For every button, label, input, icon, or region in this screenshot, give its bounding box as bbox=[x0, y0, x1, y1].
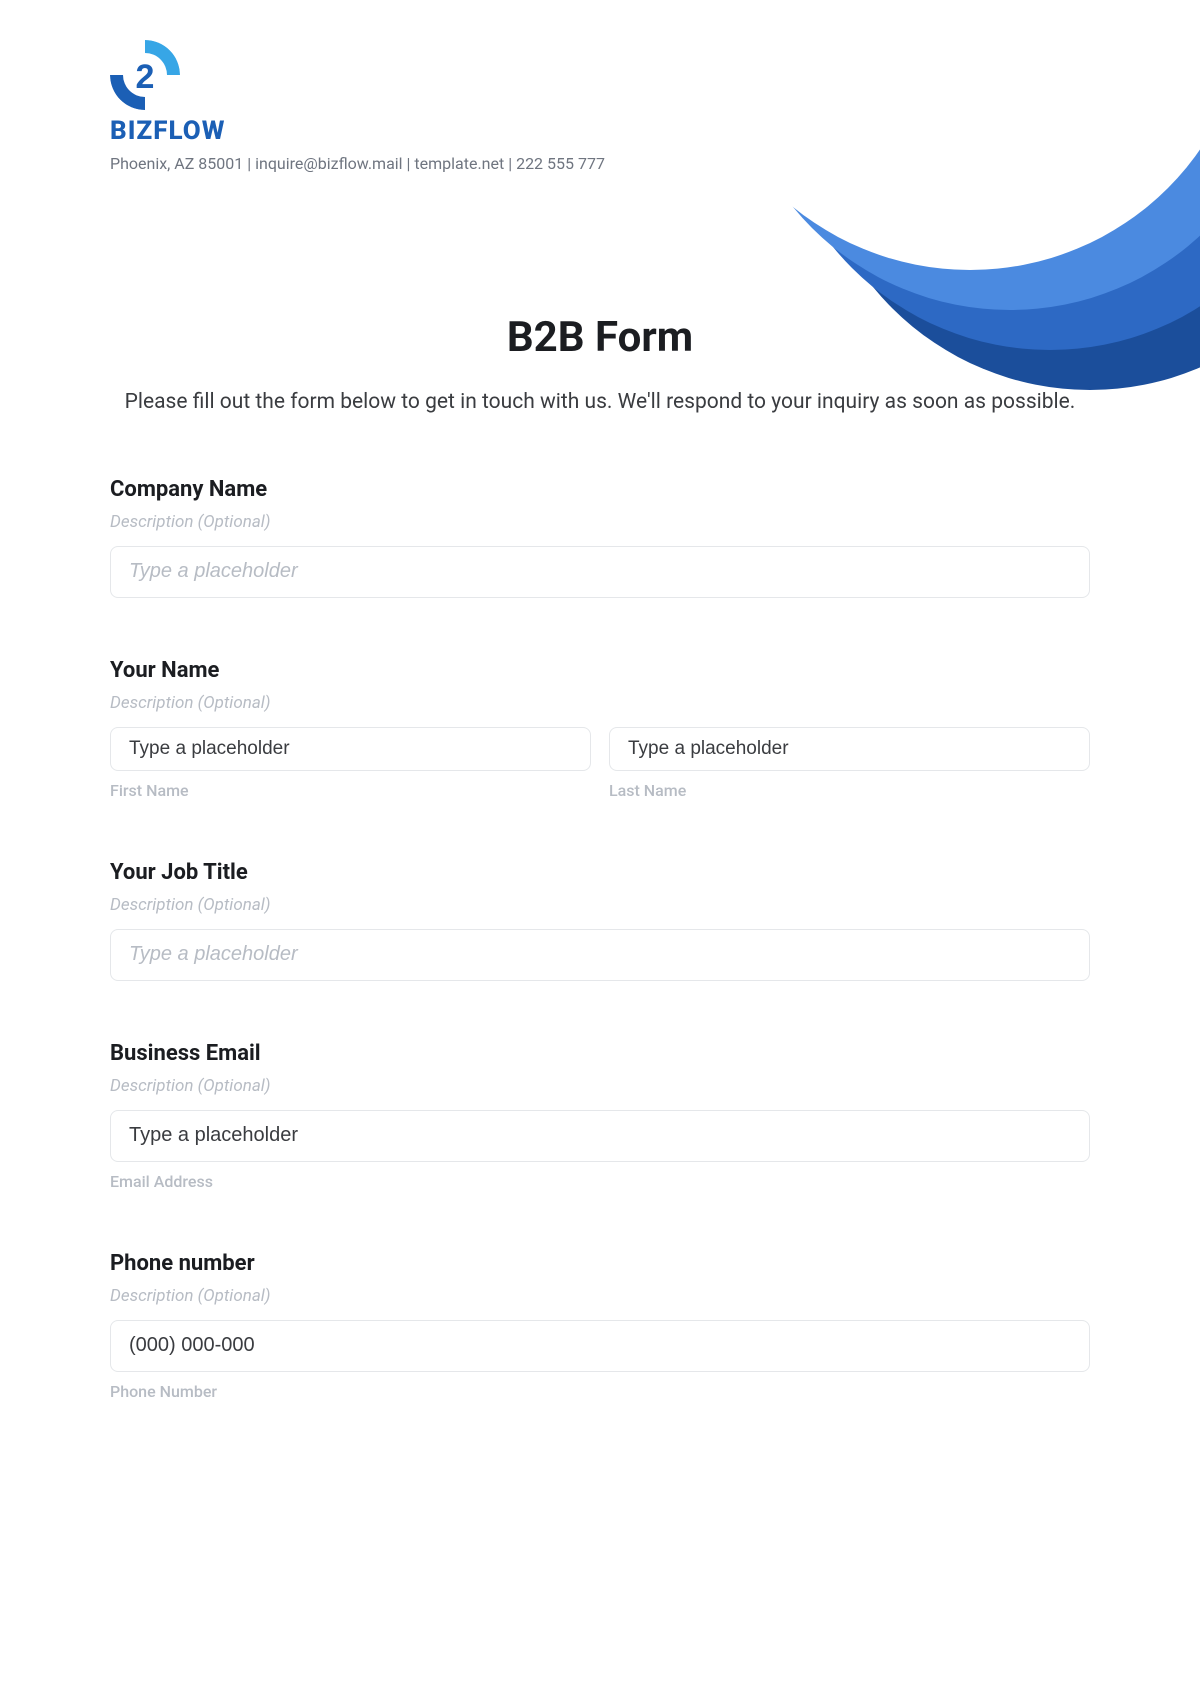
phone-label: Phone number bbox=[110, 1251, 1090, 1276]
email-input[interactable] bbox=[110, 1110, 1090, 1162]
job-input[interactable] bbox=[110, 929, 1090, 981]
first-name-input[interactable] bbox=[110, 727, 591, 771]
field-phone: Phone number Description (Optional) Phon… bbox=[110, 1251, 1090, 1401]
email-description: Description (Optional) bbox=[110, 1076, 1090, 1096]
first-name-sublabel: First Name bbox=[110, 781, 591, 800]
phone-description: Description (Optional) bbox=[110, 1286, 1090, 1306]
field-company: Company Name Description (Optional) bbox=[110, 477, 1090, 598]
last-name-input[interactable] bbox=[609, 727, 1090, 771]
contact-line: Phoenix, AZ 85001 | inquire@bizflow.mail… bbox=[110, 154, 1200, 173]
company-label: Company Name bbox=[110, 477, 1090, 502]
logo-icon: 2 bbox=[110, 40, 180, 110]
brand-name: BIZFLOW bbox=[110, 116, 225, 146]
last-name-sublabel: Last Name bbox=[609, 781, 1090, 800]
phone-input[interactable] bbox=[110, 1320, 1090, 1372]
field-job: Your Job Title Description (Optional) bbox=[110, 860, 1090, 981]
job-label: Your Job Title bbox=[110, 860, 1090, 885]
company-input[interactable] bbox=[110, 546, 1090, 598]
name-label: Your Name bbox=[110, 658, 1090, 683]
job-description: Description (Optional) bbox=[110, 895, 1090, 915]
intro-text: Please fill out the form below to get in… bbox=[110, 386, 1090, 419]
field-name: Your Name Description (Optional) First N… bbox=[110, 658, 1090, 800]
page-title: B2B Form bbox=[110, 313, 1090, 362]
svg-text:2: 2 bbox=[136, 58, 155, 96]
form-content: B2B Form Please fill out the form below … bbox=[0, 313, 1200, 1401]
name-description: Description (Optional) bbox=[110, 693, 1090, 713]
email-label: Business Email bbox=[110, 1041, 1090, 1066]
header: 2 BIZFLOW Phoenix, AZ 85001 | inquire@bi… bbox=[0, 0, 1200, 173]
company-description: Description (Optional) bbox=[110, 512, 1090, 532]
phone-sublabel: Phone Number bbox=[110, 1382, 1090, 1401]
email-sublabel: Email Address bbox=[110, 1172, 1090, 1191]
field-email: Business Email Description (Optional) Em… bbox=[110, 1041, 1090, 1191]
